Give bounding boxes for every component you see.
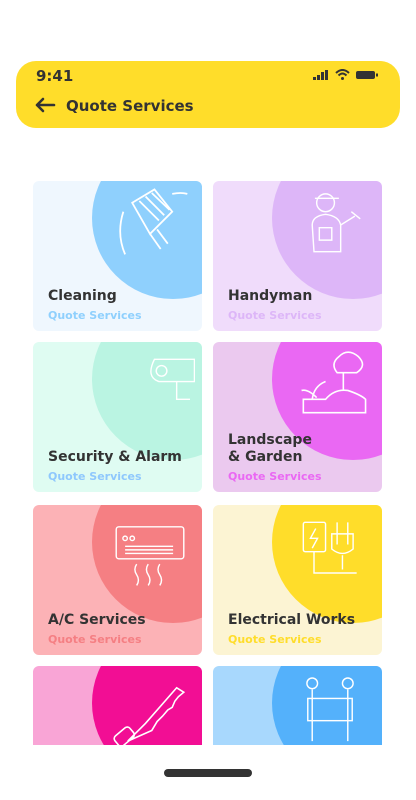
card-subtitle: Quote Services [228,470,322,483]
service-card-handyman[interactable]: Handyman Quote Services [213,181,382,331]
card-subtitle: Quote Services [228,633,322,646]
service-card-saw[interactable] [33,666,202,745]
cleaning-glove-icon [119,188,188,255]
card-title: Handyman [228,288,313,304]
home-indicator[interactable] [164,769,252,777]
card-title: Landscape & Garden [228,432,312,465]
service-card-air-conditioner[interactable]: A/C Services Quote Services [33,505,202,655]
service-card-movers[interactable] [213,666,382,745]
card-title: A/C Services [48,612,146,628]
status-icons [313,69,378,80]
signal-icon [313,69,328,80]
service-card-cleaning-glove[interactable]: Cleaning Quote Services [33,181,202,331]
card-subtitle: Quote Services [48,633,142,646]
card-title: Electrical Works [228,612,356,628]
service-card-security-camera[interactable]: Security & Alarm Quote Services [33,342,202,492]
security-camera-icon [150,358,195,401]
wifi-icon [335,69,350,80]
back-arrow-icon[interactable] [34,97,56,113]
saw-icon [113,686,186,745]
services-grid: Cleaning Quote Services Handyman Quote S… [33,181,382,745]
card-subtitle: Quote Services [228,309,322,322]
status-time: 9:41 [36,67,74,85]
card-title: Security & Alarm [48,449,182,465]
battery-icon [356,70,378,79]
card-title: Cleaning [48,288,117,304]
air-conditioner-icon [115,526,185,586]
service-card-landscape-garden[interactable]: Landscape & Garden Quote Services [213,342,382,492]
service-card-electrical-plug[interactable]: Electrical Works Quote Services [213,505,382,655]
movers-icon [306,677,354,742]
handyman-icon [311,193,361,253]
landscape-garden-icon [301,351,367,414]
page-title: Quote Services [66,97,194,115]
electrical-plug-icon [302,521,357,574]
app-header: 9:41 Quote Services [16,61,400,128]
card-subtitle: Quote Services [48,470,142,483]
card-subtitle: Quote Services [48,309,142,322]
